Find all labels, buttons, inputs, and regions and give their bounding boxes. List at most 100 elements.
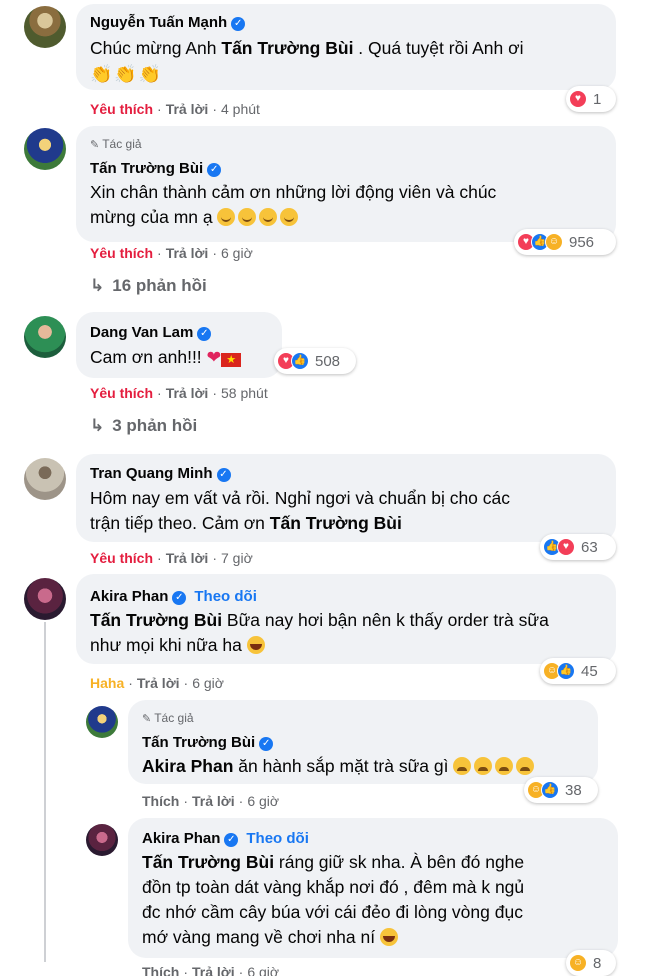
comment-text: Chúc mừng Anh Tấn Trường Bùi . Quá tuyệt…: [90, 38, 524, 58]
reaction-summary[interactable]: ☺ 8: [566, 950, 616, 976]
weary-face-icon: [474, 757, 493, 775]
kissing-face-icon: [217, 208, 236, 226]
verified-badge-icon: ✓: [259, 737, 274, 751]
commenter-name[interactable]: Akira Phan ✓ Theo dõi: [90, 588, 257, 605]
reaction-summary[interactable]: ♥ 1: [566, 86, 616, 112]
mention-link[interactable]: Tấn Trường Bùi: [221, 38, 353, 58]
commenter-name[interactable]: Tran Quang Minh ✓: [90, 465, 231, 482]
like-action[interactable]: Thích: [142, 964, 179, 976]
comment-time[interactable]: 4 phút: [221, 101, 260, 117]
verified-badge-icon: ✓: [207, 163, 222, 177]
like-action[interactable]: Yêu thích: [90, 245, 153, 261]
reply-arrow-icon: ↳: [90, 276, 105, 295]
comment-time[interactable]: 6 giờ: [221, 245, 253, 261]
comment-time[interactable]: 6 giờ: [247, 964, 279, 976]
comment-time[interactable]: 7 giờ: [221, 550, 253, 566]
verified-badge-icon: ✓: [197, 327, 212, 341]
like-action[interactable]: Yêu thích: [90, 101, 153, 117]
weary-face-icon: [495, 757, 514, 775]
commenter-name[interactable]: Dang Van Lam ✓: [90, 324, 212, 341]
reply-action[interactable]: Trả lời: [192, 793, 235, 809]
follow-button[interactable]: Theo dõi: [246, 830, 309, 847]
reply-action[interactable]: Trả lời: [166, 385, 209, 401]
reaction-summary[interactable]: ☺ 👍 38: [524, 777, 598, 803]
avatar[interactable]: [24, 316, 66, 358]
reaction-count: 38: [565, 781, 582, 799]
reaction-count: 8: [593, 954, 602, 972]
reaction-count: 956: [569, 233, 595, 251]
reply-action[interactable]: Trả lời: [166, 101, 209, 117]
reaction-count: 45: [581, 662, 598, 680]
reply-action[interactable]: Trả lời: [166, 245, 209, 261]
kissing-face-icon: [280, 208, 299, 226]
comment-text: Tấn Trường Bùi Bữa nay hơi bận nên k thấ…: [90, 610, 549, 655]
kissing-face-icon: [259, 208, 278, 226]
like-action[interactable]: Yêu thích: [90, 385, 153, 401]
heart-icon: ♥: [557, 538, 575, 556]
laughing-face-icon: [246, 636, 265, 654]
reaction-summary[interactable]: ☺ 👍 45: [540, 658, 616, 684]
comment-actions: Thích · Trả lời · 6 giờ: [142, 793, 280, 809]
comment-time[interactable]: 6 giờ: [192, 675, 224, 691]
clapping-hands-icon: 👏👏👏: [90, 64, 164, 84]
view-replies-link[interactable]: ↳ 16 phản hồi: [90, 276, 207, 296]
avatar[interactable]: [86, 824, 118, 856]
emoji-line: 👏👏👏: [90, 62, 163, 87]
follow-button[interactable]: Theo dõi: [194, 588, 257, 605]
reply-action[interactable]: Trả lời: [166, 550, 209, 566]
reply-arrow-icon: ↳: [90, 416, 105, 435]
avatar[interactable]: [24, 458, 66, 500]
avatar[interactable]: [24, 128, 66, 170]
commenter-name[interactable]: Akira Phan ✓ Theo dõi: [142, 830, 309, 847]
red-heart-icon: ❤: [206, 347, 222, 367]
pencil-icon: ✎: [90, 139, 100, 151]
comment-actions: Yêu thích · Trả lời · 4 phút: [90, 101, 260, 117]
reaction-summary[interactable]: ♥ 👍 ☺ 956: [514, 229, 616, 255]
pencil-icon: ✎: [142, 713, 152, 725]
weary-face-icon: [453, 757, 472, 775]
author-tag: ✎ Tác giả: [90, 137, 142, 151]
reaction-summary[interactable]: ♥ 👍 508: [274, 348, 356, 374]
reaction-count: 63: [581, 538, 598, 556]
like-action[interactable]: Yêu thích: [90, 550, 153, 566]
like-icon: 👍: [291, 352, 309, 370]
haha-icon: ☺: [569, 954, 587, 972]
reply-action[interactable]: Trả lời: [137, 675, 180, 691]
kissing-face-icon: [238, 208, 257, 226]
reaction-count: 508: [315, 352, 341, 370]
like-icon: 👍: [557, 662, 575, 680]
comment-actions: Yêu thích · Trả lời · 7 giờ: [90, 550, 253, 566]
vietnam-flag-icon: ★: [221, 353, 242, 367]
avatar[interactable]: [24, 578, 66, 620]
mention-link[interactable]: Tấn Trường Bùi: [90, 610, 222, 630]
laughing-face-icon: [379, 928, 398, 946]
comment-actions: Haha · Trả lời · 6 giờ: [90, 675, 224, 691]
comment-actions: Yêu thích · Trả lời · 6 giờ: [90, 245, 253, 261]
haha-action[interactable]: Haha: [90, 675, 124, 691]
thread-line: [44, 622, 46, 962]
commenter-name[interactable]: Nguyễn Tuấn Mạnh ✓: [90, 14, 246, 31]
avatar[interactable]: [86, 706, 118, 738]
comment-text: Tấn Trường Bùi ráng giữ sk nha. À bên đó…: [142, 852, 525, 947]
mention-link[interactable]: Tấn Trường Bùi: [270, 513, 402, 533]
reply-action[interactable]: Trả lời: [192, 964, 235, 976]
mention-link[interactable]: Akira Phan: [142, 756, 233, 776]
verified-badge-icon: ✓: [216, 468, 231, 482]
comment-time[interactable]: 58 phút: [221, 385, 268, 401]
like-action[interactable]: Thích: [142, 793, 179, 809]
comment-text: Hôm nay em vất vả rồi. Nghỉ ngơi và chuẩ…: [90, 488, 511, 533]
verified-badge-icon: ✓: [224, 833, 239, 847]
author-tag: ✎ Tác giả: [142, 711, 194, 725]
mention-link[interactable]: Tấn Trường Bùi: [142, 852, 274, 872]
verified-badge-icon: ✓: [231, 17, 246, 31]
commenter-name[interactable]: Tấn Trường Bùi ✓: [90, 160, 222, 177]
verified-badge-icon: ✓: [172, 591, 187, 605]
reaction-summary[interactable]: 👍 ♥ 63: [540, 534, 616, 560]
comment-text: Akira Phan ăn hành sắp mặt trà sữa gì: [142, 754, 592, 779]
avatar[interactable]: [24, 6, 66, 48]
comment-actions: Thích · Trả lời · 6 giờ: [142, 964, 279, 976]
view-replies-link[interactable]: ↳ 3 phản hồi: [90, 416, 197, 436]
comment-actions: Yêu thích · Trả lời · 58 phút: [90, 385, 268, 401]
commenter-name[interactable]: Tấn Trường Bùi ✓: [142, 734, 274, 751]
comment-time[interactable]: 6 giờ: [247, 793, 279, 809]
